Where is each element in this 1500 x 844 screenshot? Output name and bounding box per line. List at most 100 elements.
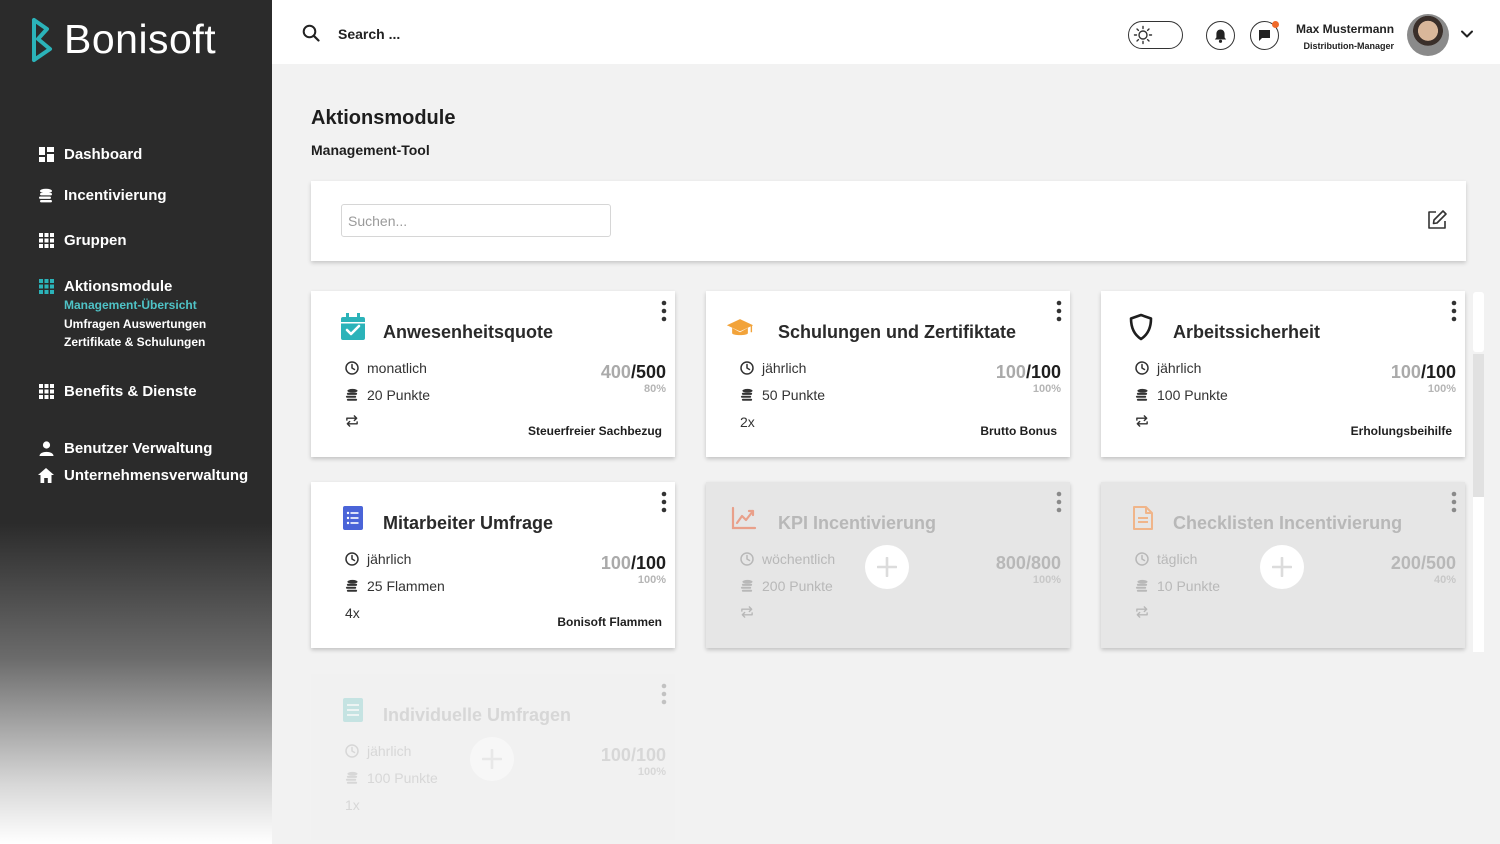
dashboard-icon <box>38 147 54 163</box>
card-title: Anwesenheitsquote <box>383 322 554 342</box>
sidebar-subitem-zertifikate-schulungen[interactable]: Zertifikate & Schulungen <box>64 335 205 349</box>
reward-label: 25 Flammen <box>367 578 445 594</box>
benefit-type-label: Steuerfreier Sachbezug <box>527 424 662 438</box>
sidebar-item-label: Dashboard <box>64 146 143 163</box>
frequency-row: jährlich <box>345 743 411 759</box>
clock-icon <box>1135 361 1149 375</box>
grid-icon <box>38 233 54 249</box>
shield-icon <box>1127 313 1155 341</box>
clock-icon <box>1135 552 1149 566</box>
reward-label: 10 Punkte <box>1157 578 1221 594</box>
chevron-down-icon[interactable] <box>1460 27 1474 41</box>
scrollbar-thumb[interactable] <box>1473 497 1484 652</box>
notifications-button[interactable] <box>1206 21 1235 50</box>
reward-label: 200 Punkte <box>762 578 833 594</box>
card-title: Checklisten Incentivierung <box>1173 513 1403 533</box>
sidebar-item-aktionsmodule[interactable]: Aktionsmodule <box>38 278 172 295</box>
repeat-row: 1x <box>345 797 360 813</box>
calendar-check-icon <box>339 313 367 341</box>
bell-icon <box>1214 29 1227 43</box>
sidebar-subitem-management-uebersicht[interactable]: Management-Übersicht <box>64 298 197 312</box>
scrollbar-thumb[interactable] <box>1473 292 1484 352</box>
card-title: Individuelle Umfragen <box>383 705 572 725</box>
sidebar: Bonisoft Dashboard Incentivierung Gruppe… <box>0 0 272 844</box>
frequency-label: täglich <box>1157 551 1198 567</box>
module-card-kpi-incentivierung[interactable]: KPI Incentivierung wöchentlich 200 Punkt… <box>706 482 1070 648</box>
brand-logo[interactable]: Bonisoft <box>30 16 216 63</box>
sidebar-item-label: Benutzer Verwaltung <box>64 440 213 457</box>
search-icon[interactable] <box>302 24 320 42</box>
edit-icon[interactable] <box>1426 209 1448 231</box>
coins-icon <box>1135 388 1149 402</box>
chart-line-icon <box>730 504 758 532</box>
more-options-icon[interactable] <box>661 491 667 513</box>
activate-module-button[interactable] <box>865 545 909 589</box>
coins-icon <box>345 579 359 593</box>
messages-button[interactable] <box>1250 21 1279 50</box>
document-icon <box>1129 504 1157 532</box>
more-options-icon[interactable] <box>1056 491 1062 513</box>
more-options-icon[interactable] <box>661 300 667 322</box>
card-title: Schulungen und Zertifiktate <box>778 322 1017 342</box>
card-title: KPI Incentivierung <box>778 513 937 533</box>
more-options-icon[interactable] <box>1056 300 1062 322</box>
page-title: Aktionsmodule <box>311 107 456 129</box>
activate-module-button[interactable] <box>1260 545 1304 589</box>
clock-icon <box>345 361 359 375</box>
repeat-icon <box>1135 414 1149 428</box>
repeat-row: 4x <box>345 605 360 621</box>
module-search-input[interactable] <box>341 204 611 237</box>
frequency-label: monatlich <box>367 360 427 376</box>
reward-row: 100 Punkte <box>345 770 438 786</box>
avatar[interactable] <box>1407 14 1449 56</box>
sidebar-subitem-umfragen-auswertungen[interactable]: Umfragen Auswertungen <box>64 317 206 331</box>
repeat-row <box>1135 605 1157 619</box>
more-options-icon[interactable] <box>661 683 667 705</box>
progress-score: 100/100 <box>995 362 1061 382</box>
sidebar-item-benefits-dienste[interactable]: Benefits & Dienste <box>38 383 197 400</box>
reward-label: 50 Punkte <box>762 387 826 403</box>
sidebar-item-unternehmensverwaltung[interactable]: Unternehmensverwaltung <box>38 467 248 484</box>
progress-score: 800/800 <box>995 553 1061 573</box>
coins-icon <box>345 388 359 402</box>
frequency-label: jährlich <box>367 743 412 759</box>
user-role: Distribution-Manager <box>1303 41 1394 51</box>
module-card-mitarbeiter-umfrage[interactable]: Mitarbeiter Umfrage jährlich 25 Flammen … <box>311 482 675 648</box>
reward-label: 20 Punkte <box>367 387 431 403</box>
scrollbar[interactable] <box>1471 292 1486 652</box>
progress-percent: 100% <box>637 574 666 586</box>
sidebar-item-label: Incentivierung <box>64 187 167 204</box>
more-options-icon[interactable] <box>1451 300 1457 322</box>
frequency-label: jährlich <box>367 551 412 567</box>
sidebar-item-dashboard[interactable]: Dashboard <box>38 146 142 163</box>
plus-icon <box>877 557 897 577</box>
search-input[interactable]: Search ... <box>338 26 400 42</box>
frequency-row: monatlich <box>345 360 427 376</box>
progress-percent: 100% <box>1427 383 1456 395</box>
more-options-icon[interactable] <box>1451 491 1457 513</box>
grid-icon <box>38 384 54 400</box>
chat-icon <box>1259 30 1270 41</box>
frequency-row: jährlich <box>1135 360 1201 376</box>
sidebar-item-incentivierung[interactable]: Incentivierung <box>38 187 167 204</box>
user-name: Max Mustermann <box>1296 22 1395 36</box>
module-card-checklisten-incentivierung[interactable]: Checklisten Incentivierung täglich 10 Pu… <box>1101 482 1465 648</box>
plus-icon <box>482 749 502 769</box>
coins-icon <box>345 771 359 785</box>
sidebar-item-benutzer-verwaltung[interactable]: Benutzer Verwaltung <box>38 440 212 457</box>
activate-module-button[interactable] <box>470 737 514 781</box>
module-card-anwesenheitsquote[interactable]: Anwesenheitsquote monatlich 20 Punkte 40… <box>311 291 675 457</box>
module-card-individuelle-umfragen[interactable]: Individuelle Umfragen jährlich 100 Punkt… <box>311 674 675 840</box>
list-icon <box>339 696 367 724</box>
progress-score: 400/500 <box>600 362 666 382</box>
clock-icon <box>345 744 359 758</box>
module-card-arbeitssicherheit[interactable]: Arbeitssicherheit jährlich 100 Punkte 10… <box>1101 291 1465 457</box>
graduation-cap-icon <box>726 313 754 341</box>
frequency-row: jährlich <box>345 551 411 567</box>
reward-row: 10 Punkte <box>1135 578 1220 594</box>
theme-toggle[interactable] <box>1128 21 1183 49</box>
repeat-icon <box>345 414 359 428</box>
repeat-icon <box>740 605 754 619</box>
sidebar-item-gruppen[interactable]: Gruppen <box>38 232 127 249</box>
module-card-schulungen[interactable]: Schulungen und Zertifiktate jährlich 50 … <box>706 291 1070 457</box>
